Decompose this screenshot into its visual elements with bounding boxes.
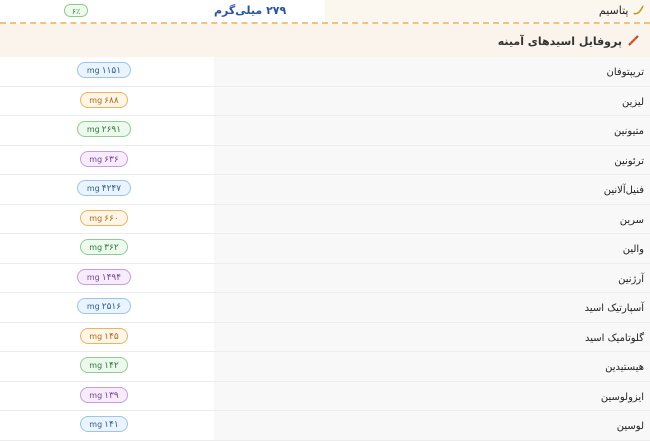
amount-badge: mg ۲۵۱۶ (77, 298, 131, 314)
amount-unit: mg (89, 390, 103, 400)
amount-badge: mg ۴۲۴۷ (77, 180, 131, 196)
percent-badge: ۶٪ (64, 4, 88, 17)
amount-unit: mg (89, 154, 103, 164)
dna-icon (628, 35, 639, 46)
amino-acid-row: متیونین mg ۲۶۹۱ (0, 116, 650, 146)
potassium-row: ۶٪ ۲۷۹ میلی‌گرم پتاسیم (0, 0, 650, 24)
amino-acid-name-cell: فنیل‌آلانین (214, 175, 650, 204)
amino-acid-row: ترئونین mg ۶۳۶ (0, 145, 650, 175)
amino-acid-name-cell: آرژنین (214, 263, 650, 292)
amino-acid-row: هیستیدین mg ۱۴۲ (0, 352, 650, 382)
amount-value: ۱۱۵۱ (101, 66, 122, 76)
amount-value: ۶۳۶ (104, 154, 119, 165)
amino-acid-name: آرژنین (618, 273, 644, 285)
potassium-name: پتاسیم (598, 4, 629, 17)
amount-badge: mg ۳۶۲ (80, 239, 128, 255)
amino-acid-name-cell: آسپارتیک اسید (214, 293, 650, 322)
amount-unit: mg (86, 272, 100, 282)
amino-acid-name: لیزین (622, 96, 644, 108)
amino-acid-name: فنیل‌آلانین (603, 185, 644, 196)
amino-acid-name: آسپارتیک اسید (584, 303, 644, 314)
amino-acid-name-cell: هیستیدین (214, 352, 650, 381)
amount-badge: mg ۱۴۲ (80, 357, 128, 373)
amino-acid-row: ایزولوسین mg ۱۳۹ (0, 381, 650, 411)
amino-acid-name-cell: تریپتوفان (214, 57, 650, 86)
amount-unit: mg (86, 184, 100, 193)
amino-acid-name-cell: لیزین (214, 86, 650, 115)
amount-unit: mg (86, 66, 100, 75)
amino-acid-row: فنیل‌آلانین mg ۴۲۴۷ (0, 175, 650, 205)
amount-badge: mg ۶۳۶ (80, 150, 128, 167)
amount-value: ۱۳۹ (104, 390, 119, 401)
amount-value: ۲۵۱۶ (101, 302, 122, 312)
amino-acid-row: تریپتوفان mg ۱۱۵۱ (0, 57, 650, 87)
amount-unit: mg (86, 125, 100, 134)
amount-unit: mg (89, 420, 103, 429)
value-cell: ۶٪ ۲۷۹ میلی‌گرم (0, 0, 325, 22)
amino-acid-name: ایزولوسین (600, 391, 644, 403)
amino-acid-name: ترئونین (614, 155, 644, 167)
amino-acid-name-cell: ایزولوسین (214, 381, 650, 410)
nutrition-page: ۶٪ ۲۷۹ میلی‌گرم پتاسیم پروفایل اسیدهای آ… (0, 0, 650, 441)
amount-badge: mg ۱۴۱ (80, 416, 128, 432)
amount-badge: mg ۱۳۹ (80, 386, 128, 403)
amino-acid-name: سرین (619, 214, 644, 226)
amount-value: ۱۴۲ (104, 361, 119, 371)
amino-acid-section-header: پروفایل اسیدهای آمینه (0, 24, 650, 57)
amount-value: ۶۸۸ (104, 95, 119, 106)
amount-value: ۱۴۵ (104, 331, 119, 342)
amount-value: ۱۴۱ (104, 420, 119, 430)
amount-badge: mg ۱۱۵۱ (77, 62, 131, 78)
amount-badge: mg ۶۸۸ (80, 91, 128, 108)
amount-value: ۱۴۹۴ (101, 272, 122, 283)
amino-acid-name-cell: گلوتامیک اسید (214, 322, 650, 351)
potassium-label: پتاسیم (599, 4, 644, 17)
amount-badge: mg ۶۶۰ (80, 209, 128, 226)
amount-value: ۶۶۰ (104, 213, 119, 224)
amino-acid-name-cell: والین (214, 234, 650, 263)
potassium-value: ۲۷۹ میلی‌گرم (214, 4, 287, 17)
amount-badge: mg ۱۴۹۴ (77, 268, 131, 285)
amino-acid-name: متیونین (614, 126, 644, 137)
amino-acid-name: لوسین (616, 421, 644, 432)
amino-acid-row: گلوتامیک اسید mg ۱۴۵ (0, 322, 650, 352)
amino-acid-name: هیستیدین (605, 362, 644, 373)
amount-badge: mg ۱۴۵ (80, 327, 128, 344)
amino-acid-row: آسپارتیک اسید mg ۲۵۱۶ (0, 293, 650, 323)
amino-acid-name-cell: متیونین (214, 116, 650, 145)
amount-unit: mg (89, 361, 103, 370)
amount-unit: mg (89, 95, 103, 105)
name-cell: پتاسیم (325, 0, 650, 22)
amino-acid-row: لیزین mg ۶۸۸ (0, 86, 650, 116)
amino-acid-row: سرین mg ۶۶۰ (0, 204, 650, 234)
amount-unit: mg (89, 243, 103, 252)
amount-value: ۳۶۲ (104, 243, 119, 253)
amount-unit: mg (89, 331, 103, 341)
amino-acid-row: لوسین mg ۱۴۱ (0, 411, 650, 441)
amount-badge: mg ۲۶۹۱ (77, 121, 131, 137)
amino-acid-name-cell: ترئونین (214, 145, 650, 174)
amino-acid-name-cell: لوسین (214, 411, 650, 440)
amount-unit: mg (89, 213, 103, 223)
amino-acid-row: آرژنین mg ۱۴۹۴ (0, 263, 650, 293)
amount-value: ۲۶۹۱ (101, 125, 122, 135)
section-title: پروفایل اسیدهای آمینه (497, 35, 622, 48)
amount-unit: mg (86, 302, 100, 311)
amino-acid-name: تریپتوفان (606, 67, 644, 78)
amount-value: ۴۲۴۷ (101, 184, 122, 194)
amino-acid-name-cell: سرین (214, 204, 650, 233)
amino-acid-name: والین (622, 244, 644, 255)
amino-acid-row: والین mg ۳۶۲ (0, 234, 650, 264)
banana-icon (633, 5, 644, 15)
amino-acid-list: تریپتوفان mg ۱۱۵۱ لیزین mg ۶۸۸ متیونین mg ۲۶۹۱ تر… (0, 57, 650, 441)
amino-acid-name: گلوتامیک اسید (585, 332, 644, 344)
